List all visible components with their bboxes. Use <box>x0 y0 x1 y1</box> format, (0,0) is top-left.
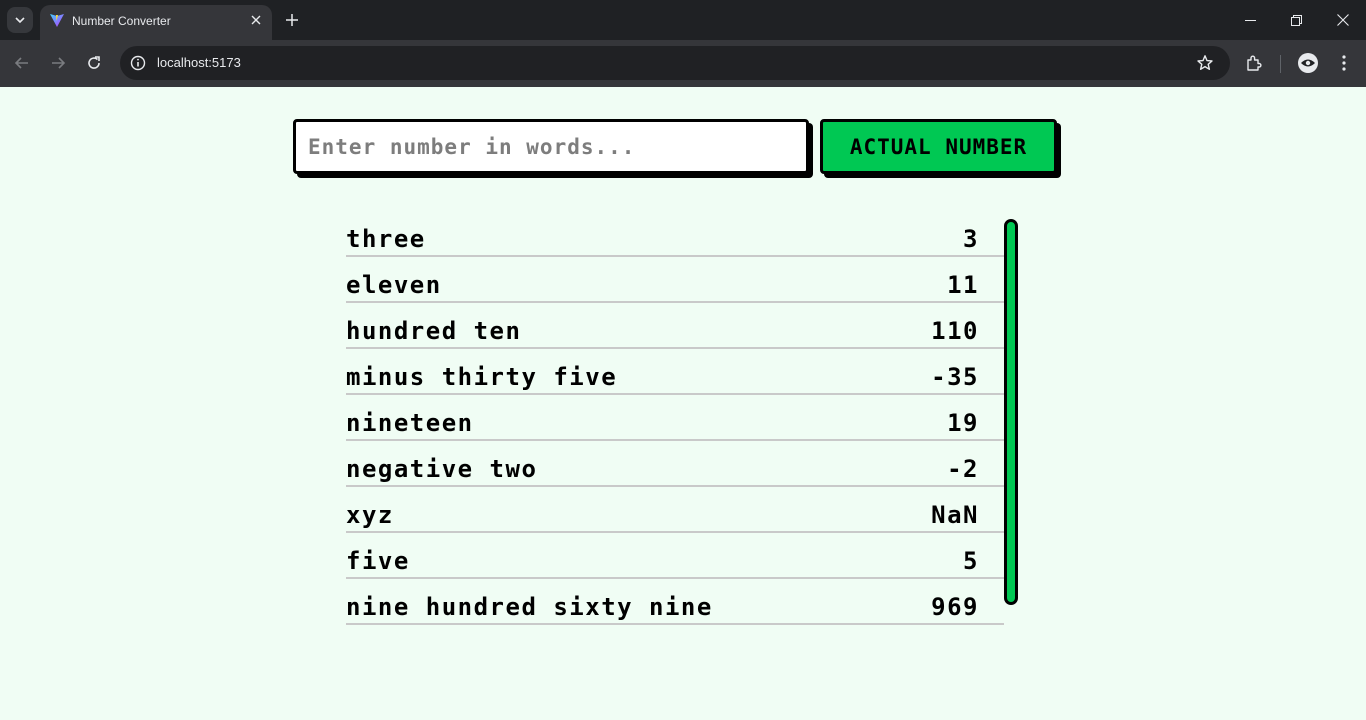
profile-button[interactable] <box>1296 51 1320 75</box>
number-words-input[interactable] <box>293 119 809 174</box>
reload-button[interactable] <box>82 51 106 75</box>
toolbar-divider <box>1280 55 1281 73</box>
result-number: 11 <box>947 271 979 299</box>
result-row: nine hundred sixty nine 969 <box>346 579 1004 625</box>
result-row: negative two -2 <box>346 441 1004 487</box>
browser-toolbar: localhost:5173 <box>0 40 1366 87</box>
actual-number-button[interactable]: ACTUAL NUMBER <box>820 119 1057 174</box>
result-row: eleven 11 <box>346 257 1004 303</box>
close-icon <box>251 15 261 25</box>
browser-menu-button[interactable] <box>1332 51 1356 75</box>
result-words: eleven <box>346 271 442 299</box>
plus-icon <box>286 14 298 26</box>
results-scrollbar[interactable] <box>1004 219 1018 605</box>
address-bar[interactable]: localhost:5173 <box>120 46 1230 80</box>
result-words: hundred ten <box>346 317 522 345</box>
tab-search-icon <box>15 17 25 24</box>
restore-icon <box>1290 14 1302 26</box>
result-number: 969 <box>931 593 979 621</box>
result-number: 5 <box>963 547 979 575</box>
star-icon[interactable] <box>1196 54 1214 72</box>
forward-button[interactable] <box>46 51 70 75</box>
tab-search-button[interactable] <box>7 7 33 33</box>
tab-close-button[interactable] <box>248 12 264 28</box>
result-row: five 5 <box>346 533 1004 579</box>
result-row: hundred ten 110 <box>346 303 1004 349</box>
result-row: nineteen 19 <box>346 395 1004 441</box>
result-words: five <box>346 547 410 575</box>
back-button[interactable] <box>10 51 34 75</box>
window-close-icon <box>1337 14 1349 26</box>
active-tab[interactable]: Number Converter <box>40 5 272 40</box>
site-info-icon[interactable] <box>129 54 147 72</box>
result-row: three 3 <box>346 211 1004 257</box>
result-number: 19 <box>947 409 979 437</box>
result-number: NaN <box>931 501 979 529</box>
result-row: xyz NaN <box>346 487 1004 533</box>
reload-icon <box>88 56 100 69</box>
menu-kebab-icon <box>1342 55 1346 71</box>
url-text[interactable]: localhost:5173 <box>157 55 241 70</box>
profile-icon <box>1298 53 1318 73</box>
result-number: -35 <box>931 363 979 391</box>
result-number: 3 <box>963 225 979 253</box>
extensions-button[interactable] <box>1242 51 1266 75</box>
result-number: 110 <box>931 317 979 345</box>
tab-title: Number Converter <box>72 14 171 28</box>
result-words: nineteen <box>346 409 474 437</box>
result-row: minus thirty five -35 <box>346 349 1004 395</box>
browser-tab-bar: Number Converter <box>0 0 1366 40</box>
result-words: nine hundred sixty nine <box>346 593 713 621</box>
result-words: negative two <box>346 455 538 483</box>
forward-arrow-icon <box>52 57 66 69</box>
extensions-icon <box>1247 55 1262 71</box>
minimize-button[interactable] <box>1237 7 1263 33</box>
result-words: minus thirty five <box>346 363 618 391</box>
result-number: -2 <box>947 455 979 483</box>
page-content: ACTUAL NUMBER three 3 eleven 11 hundred … <box>0 87 1366 720</box>
restore-button[interactable] <box>1283 7 1309 33</box>
minimize-icon <box>1244 19 1256 21</box>
vite-favicon-icon <box>50 14 64 27</box>
new-tab-button[interactable] <box>281 9 303 31</box>
result-words: xyz <box>346 501 394 529</box>
result-words: three <box>346 225 426 253</box>
window-close-button[interactable] <box>1330 7 1356 33</box>
back-arrow-icon <box>14 57 28 69</box>
results-list: three 3 eleven 11 hundred ten 110 minus … <box>346 211 1004 625</box>
